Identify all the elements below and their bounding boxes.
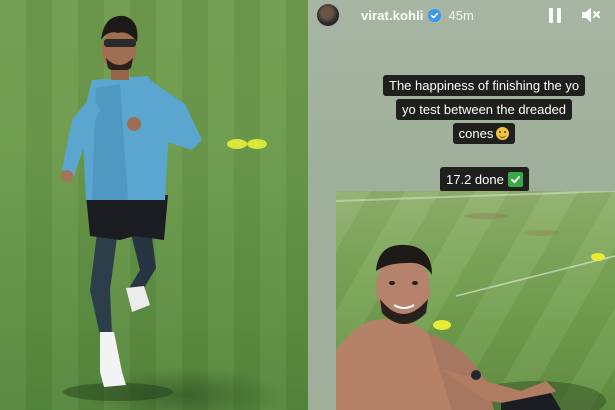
grimacing-smile-emoji-icon xyxy=(496,127,510,140)
story-username[interactable]: virat.kohli xyxy=(361,8,424,23)
speaker-muted-icon[interactable] xyxy=(580,5,602,25)
story-time-ago: 45m xyxy=(448,7,474,23)
profile-avatar[interactable] xyxy=(316,3,340,27)
story-caption-sticker: The happiness of finishing the yo yo tes… xyxy=(383,74,586,146)
story-header: virat.kohli 45m xyxy=(308,0,615,30)
pause-icon[interactable] xyxy=(545,6,565,24)
selfie-illustration xyxy=(336,191,615,410)
score-sticker: 17.2 done xyxy=(440,167,529,192)
score-text: 17.2 done xyxy=(446,172,504,187)
running-player-illustration xyxy=(61,15,267,401)
story-caption-text: The happiness of finishing the yo yo tes… xyxy=(389,78,580,141)
instagram-story[interactable]: virat.kohli 45m The happiness of finishi… xyxy=(308,0,615,410)
verified-badge-icon xyxy=(427,8,441,22)
check-mark-emoji-icon xyxy=(507,172,523,187)
selfie-photo xyxy=(336,191,615,410)
running-player-photo xyxy=(0,0,308,410)
